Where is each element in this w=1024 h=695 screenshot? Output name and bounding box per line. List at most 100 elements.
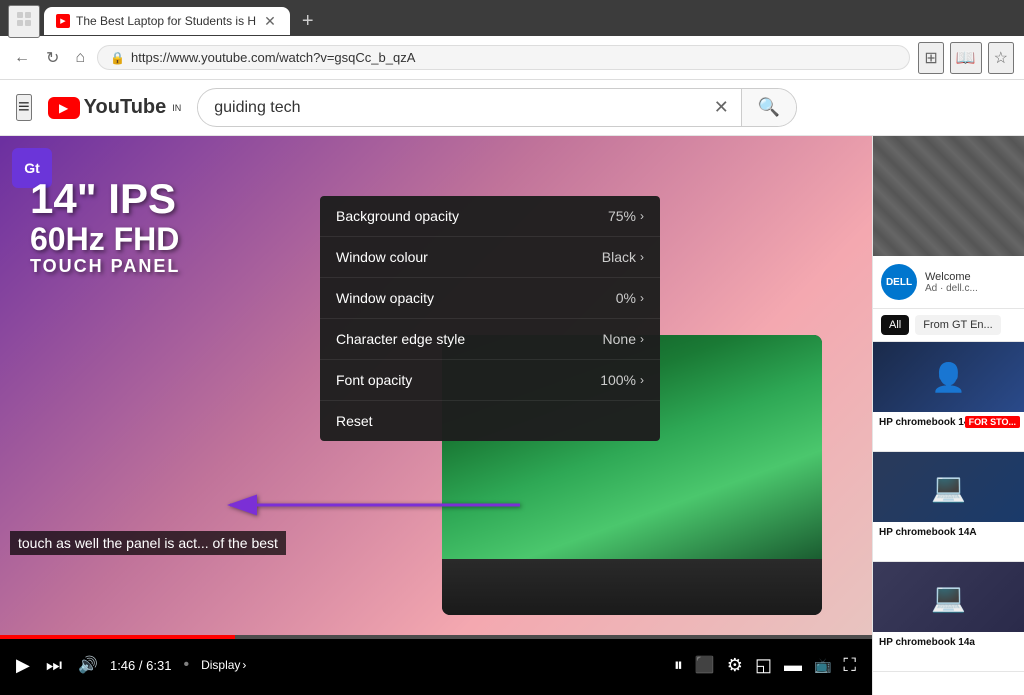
settings-button[interactable]: ⚙ [723, 651, 747, 680]
annotation-arrow [200, 475, 530, 535]
fullscreen-button[interactable]: ⛶ [839, 651, 860, 680]
menu-item-bg-opacity[interactable]: Background opacity 75% › [320, 196, 660, 237]
search-clear-button[interactable]: ✕ [702, 89, 741, 126]
tab-bar: The Best Laptop for Students is H ✕ + [0, 0, 1024, 36]
thumb-laptop: 💻 [931, 471, 966, 504]
thumb-person: 👤 [931, 361, 966, 394]
play-button[interactable]: ▶ [12, 651, 34, 680]
back-button[interactable]: ← [10, 45, 34, 71]
grid-view-button[interactable]: ⊞ [918, 42, 943, 74]
arrow-annotation [200, 475, 530, 540]
browser-tab-active[interactable]: The Best Laptop for Students is H ✕ [44, 7, 290, 35]
video-text-overlay: 14" IPS 60Hz FHD TOUCH PANEL [30, 176, 180, 277]
chevron-right-icon: › [640, 209, 644, 223]
sidebar-ad [873, 136, 1024, 256]
home-button[interactable]: ⌂ [71, 45, 89, 71]
youtube-logo[interactable]: YouTube IN [48, 96, 182, 119]
sidebar-video-3[interactable]: 💻 HP chromebook 14a [873, 562, 1024, 672]
browser-chrome: The Best Laptop for Students is H ✕ + ← … [0, 0, 1024, 80]
theater-button[interactable]: ▬ [780, 651, 806, 680]
sidebar-video-1[interactable]: 👤 HP chromebook 14A FOR STO... [873, 342, 1024, 452]
menu-item-label-reset: Reset [336, 413, 644, 429]
video-area: Gt 14" IPS 60Hz FHD TOUCH PANEL touch as… [0, 136, 872, 695]
captions-button[interactable]: ⬛ [691, 651, 719, 679]
address-bar[interactable]: 🔒 https://www.youtube.com/watch?v=gsqCc_… [97, 45, 910, 70]
time-total: 6:31 [146, 658, 171, 673]
menu-item-value-window-colour: Black [602, 249, 636, 265]
refresh-button[interactable]: ↻ [42, 44, 63, 72]
laptop-base [442, 559, 822, 615]
search-input[interactable] [198, 91, 701, 125]
menu-item-label-char-edge: Character edge style [336, 331, 603, 347]
display-arrow: › [242, 658, 246, 672]
cast-button[interactable]: 📺 [810, 653, 835, 678]
menu-item-char-edge[interactable]: Character edge style None › [320, 319, 660, 360]
new-tab-button[interactable]: + [294, 10, 322, 33]
chevron-right-icon-2: › [640, 250, 644, 264]
miniplayer-button[interactable]: ◱ [751, 651, 776, 680]
youtube-menu-button[interactable]: ≡ [16, 94, 32, 121]
address-text: https://www.youtube.com/watch?v=gsqCc_b_… [131, 50, 897, 65]
video-controls: ▶ ⏭ 🔊 1:46 / 6:31 • Display › ⏸ ⬛ ⚙ ◱ ▬ … [0, 635, 872, 695]
volume-button[interactable]: 🔊 [74, 651, 102, 679]
menu-item-label-window-opacity: Window opacity [336, 290, 616, 306]
filter-chip-from[interactable]: From GT En... [915, 315, 1000, 335]
filter-chip-all[interactable]: All [881, 315, 909, 335]
progress-bar-fill [0, 635, 235, 639]
youtube-logo-icon [48, 97, 80, 119]
chevron-right-icon-3: › [640, 291, 644, 305]
sidebar-thumb-badge-1: FOR STO... [965, 416, 1020, 428]
tab-title: The Best Laptop for Students is H [76, 14, 256, 28]
video-text-fhd: 60Hz FHD [30, 222, 180, 257]
tab-close-button[interactable]: ✕ [262, 13, 278, 30]
dell-text-area: Welcome Ad · dell.c... [925, 271, 978, 294]
nav-bar: ← ↻ ⌂ 🔒 https://www.youtube.com/watch?v=… [0, 36, 1024, 80]
sidebar-video-title-2: HP chromebook 14A [873, 522, 1024, 543]
lock-icon: 🔒 [110, 51, 125, 65]
ctrl-group-right: ⏸ ⬛ ⚙ ◱ ▬ 📺 ⛶ [670, 651, 860, 680]
menu-item-label-window-colour: Window colour [336, 249, 602, 265]
read-mode-button[interactable]: 📖 [950, 42, 982, 74]
sidebar-thumb-1: 👤 [873, 342, 1024, 412]
dot-separator: • [183, 656, 189, 674]
pause-button[interactable]: ⏸ [670, 651, 687, 680]
dell-logo: DELL [881, 264, 917, 300]
menu-item-reset[interactable]: Reset [320, 401, 660, 441]
sidebar-video-title-3: HP chromebook 14a [873, 632, 1024, 653]
time-display: 1:46 / 6:31 [110, 658, 171, 673]
search-bar: ✕ 🔍 [197, 88, 797, 127]
right-sidebar: DELL Welcome Ad · dell.c... All From GT … [872, 136, 1024, 695]
chevron-right-icon-5: › [640, 373, 644, 387]
progress-bar-container[interactable] [0, 635, 872, 639]
display-button[interactable]: Display › [201, 658, 246, 672]
video-text-ips: 14" IPS [30, 176, 180, 222]
thumb-laptop-2: 💻 [931, 581, 966, 614]
menu-item-font-opacity[interactable]: Font opacity 100% › [320, 360, 660, 401]
menu-item-window-colour[interactable]: Window colour Black › [320, 237, 660, 278]
display-label: Display [201, 658, 240, 672]
youtube-country-badge: IN [172, 103, 181, 113]
sidebar-ad-image [873, 136, 1024, 256]
tab-favicon-youtube [56, 14, 70, 28]
menu-item-window-opacity[interactable]: Window opacity 0% › [320, 278, 660, 319]
sidebar-video-2[interactable]: 💻 HP chromebook 14A [873, 452, 1024, 562]
sidebar-thumb-3: 💻 [873, 562, 1024, 632]
sidebar-dell-info[interactable]: DELL Welcome Ad · dell.c... [873, 256, 1024, 309]
filter-bar: All From GT En... [873, 309, 1024, 342]
main-content: Gt 14" IPS 60Hz FHD TOUCH PANEL touch as… [0, 136, 1024, 695]
chevron-right-icon-4: › [640, 332, 644, 346]
nav-actions: ⊞ 📖 ☆ [918, 42, 1014, 74]
search-submit-button[interactable]: 🔍 [741, 89, 796, 126]
favorites-button[interactable]: ☆ [988, 42, 1014, 74]
menu-item-value-font-opacity: 100% [600, 372, 636, 388]
caption-settings-menu: Background opacity 75% › Window colour B… [320, 196, 660, 441]
time-current: 1:46 [110, 658, 135, 673]
next-button[interactable]: ⏭ [42, 651, 66, 680]
menu-item-value-bg-opacity: 75% [608, 208, 636, 224]
menu-item-value-window-opacity: 0% [616, 290, 636, 306]
video-text-touch: TOUCH PANEL [30, 257, 180, 277]
tab-switcher-button[interactable] [8, 5, 40, 38]
youtube-header: ≡ YouTube IN ✕ 🔍 [0, 80, 1024, 136]
menu-item-label-bg-opacity: Background opacity [336, 208, 608, 224]
menu-item-label-font-opacity: Font opacity [336, 372, 600, 388]
